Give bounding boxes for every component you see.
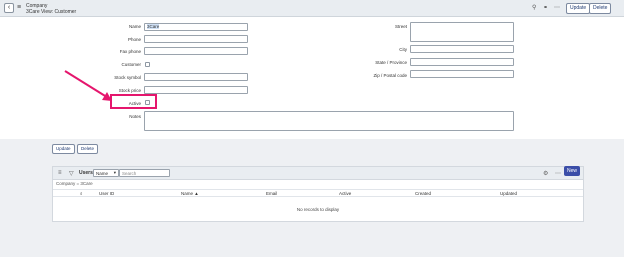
attachment-icon[interactable]: ⚲ — [532, 4, 536, 12]
header-update-button[interactable]: Update — [566, 3, 591, 14]
fax-phone-label: Fax phone — [119, 49, 141, 54]
menu-icon[interactable]: ≡ — [17, 4, 21, 12]
chevron-down-icon: ▾ — [113, 170, 116, 175]
filter-field-value: Name — [96, 171, 109, 176]
zip-postal-code-input[interactable] — [410, 70, 514, 78]
back-button[interactable]: ‹ — [4, 3, 14, 13]
table-header: ⌕ User ID Name ▲ Email Active Created Up… — [53, 189, 583, 197]
column-active[interactable]: Active — [339, 191, 351, 196]
users-title: Users — [79, 170, 93, 176]
customer-label: Customer — [121, 62, 141, 67]
stock-symbol-input[interactable] — [144, 73, 248, 81]
stock-price-label: Stock price — [118, 88, 141, 93]
column-created[interactable]: Created — [415, 191, 431, 196]
city-label: City — [399, 47, 407, 52]
more-options-icon[interactable]: ⋯ — [554, 4, 560, 12]
update-button[interactable]: Update — [52, 144, 75, 154]
page-subtitle: 3Care View: Customer — [26, 9, 77, 15]
street-label: Street — [394, 24, 407, 29]
column-name[interactable]: Name ▲ — [181, 191, 199, 196]
column-user-id[interactable]: User ID — [99, 191, 114, 196]
name-value: 3Care — [147, 24, 160, 29]
notes-textarea[interactable] — [144, 111, 514, 131]
column-updated[interactable]: Updated — [500, 191, 517, 196]
row-select-icon[interactable]: ⌕ — [80, 191, 83, 196]
street-textarea[interactable] — [410, 22, 514, 42]
settings-icon[interactable]: ⚙ — [543, 170, 548, 177]
search-input[interactable]: Search — [119, 169, 170, 177]
stock-price-input[interactable] — [144, 86, 248, 94]
stock-symbol-label: Stock symbol — [114, 75, 141, 80]
fax-phone-input[interactable] — [144, 47, 248, 55]
new-user-button[interactable]: New — [564, 166, 580, 176]
delete-button[interactable]: Delete — [77, 144, 99, 154]
zip-postal-code-label: Zip / Postal code — [373, 73, 407, 78]
name-input[interactable]: 3Care — [144, 23, 248, 31]
top-header: ‹ ≡ Company 3Care View: Customer ⚲ ⚭ ⋯ U… — [0, 0, 624, 17]
active-highlight-box — [110, 94, 157, 109]
state-province-label: State / Province — [375, 60, 407, 65]
chevron-left-icon: ‹ — [7, 4, 11, 11]
notes-label: Notes — [129, 114, 141, 119]
filter-icon[interactable]: ▽ — [69, 170, 74, 177]
phone-input[interactable] — [144, 35, 248, 43]
search-placeholder: Search — [122, 171, 137, 176]
city-input[interactable] — [410, 45, 514, 53]
customer-checkbox[interactable] — [145, 62, 150, 67]
empty-message: No records to display — [296, 207, 340, 212]
users-toolbar: ≡ ▽ Users Name ▾ Search ⚙ ⋯ — [53, 167, 583, 180]
name-label: Name — [128, 24, 141, 29]
column-email[interactable]: Email — [266, 191, 277, 196]
phone-label: Phone — [127, 37, 141, 42]
users-panel: ≡ ▽ Users Name ▾ Search ⚙ ⋯ Company = 3C… — [52, 166, 584, 222]
filter-field-select[interactable]: Name ▾ — [93, 169, 119, 177]
state-province-input[interactable] — [410, 58, 514, 66]
filter-breadcrumb: Company = 3Care — [56, 181, 93, 186]
link-icon[interactable]: ⚭ — [543, 4, 548, 12]
collapse-icon[interactable]: ≡ — [58, 170, 62, 176]
header-delete-button[interactable]: Delete — [589, 3, 612, 14]
more-options-icon[interactable]: ⋯ — [555, 170, 561, 177]
